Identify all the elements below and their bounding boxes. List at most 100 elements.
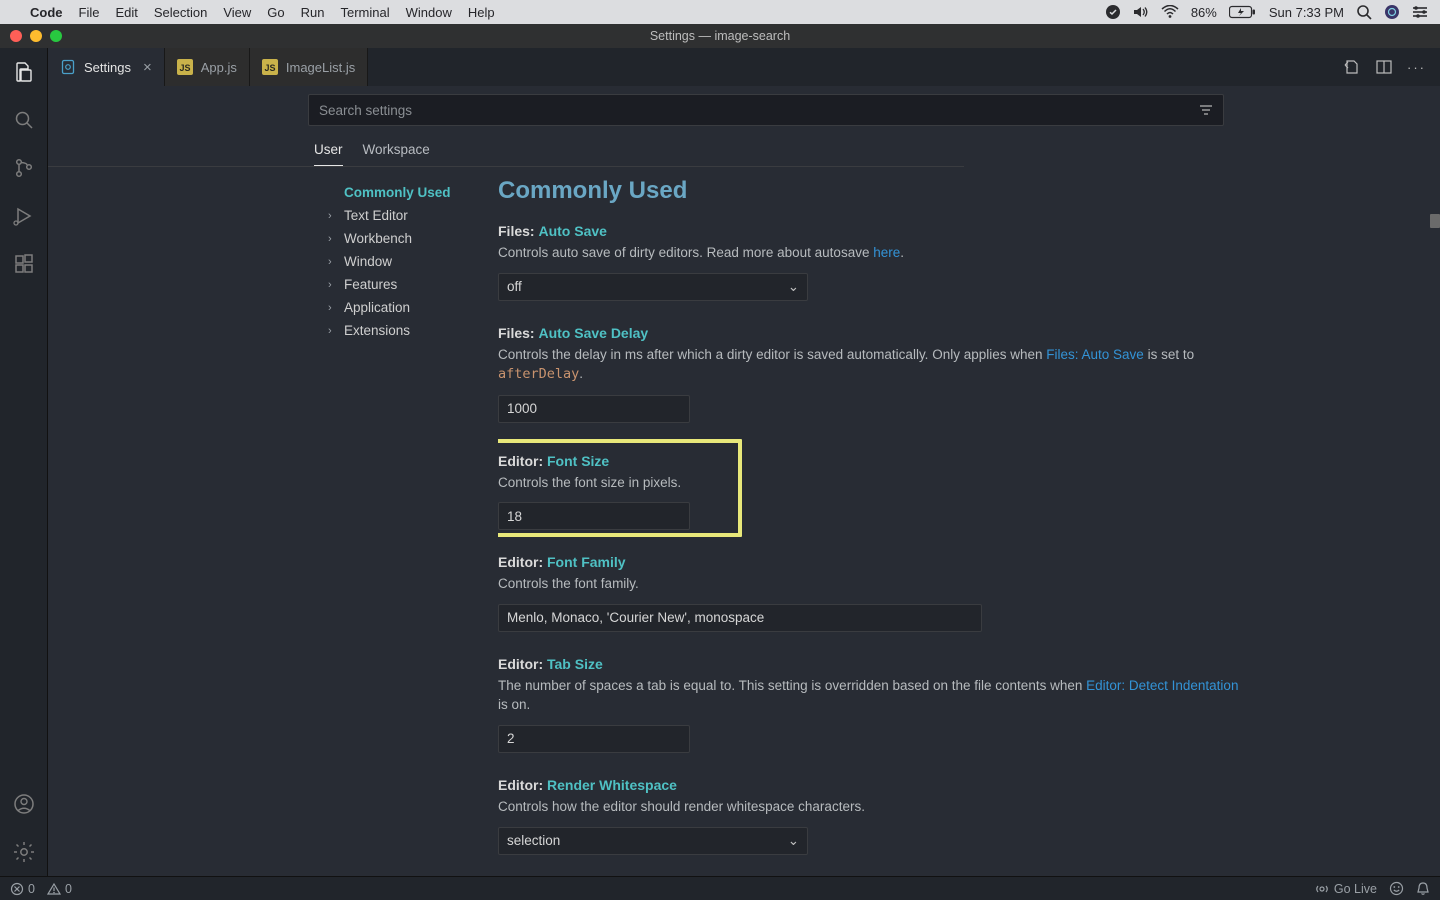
toc-text-editor[interactable]: ›Text Editor [328,204,498,227]
status-menu-battery-icon[interactable] [1229,5,1257,19]
scope-tab-workspace[interactable]: Workspace [363,136,430,166]
settings-content[interactable]: Commonly Used Files: Auto Save Controls … [498,177,1440,876]
status-errors-count: 0 [28,882,35,896]
setting-description: Controls auto save of dirty editors. Rea… [498,243,1240,263]
macos-menu-bar: Code File Edit Selection View Go Run Ter… [0,0,1440,24]
settings-filter-icon[interactable] [1198,102,1214,118]
menu-go[interactable]: Go [267,5,284,20]
setting-files-auto-save-delay: Files: Auto Save Delay Controls the dela… [498,325,1240,447]
menu-selection[interactable]: Selection [154,5,207,20]
status-menu-sync-icon[interactable] [1105,4,1121,20]
setting-category: Editor: [498,777,543,793]
setting-name: Auto Save Delay [538,325,648,341]
toc-extensions[interactable]: ›Extensions [328,319,498,342]
setting-link-detect-indentation[interactable]: Editor: Detect Indentation [1086,678,1238,693]
setting-editor-font-size: Editor: Font Size Controls the font size… [498,447,1240,555]
window-zoom-button[interactable] [50,30,62,42]
input-value: 18 [507,509,522,524]
chevron-down-icon: ⌄ [788,279,799,295]
toc-label: Features [344,277,397,292]
status-menu-control-center-icon[interactable] [1412,5,1428,19]
toc-label: Text Editor [344,208,408,223]
activity-explorer-icon[interactable] [10,58,38,86]
activity-run-debug-icon[interactable] [10,202,38,230]
menu-run[interactable]: Run [301,5,325,20]
status-warnings[interactable]: 0 [47,882,72,896]
toc-label: Commonly Used [344,185,451,200]
scope-tab-user[interactable]: User [314,136,343,166]
input-value: Menlo, Monaco, 'Courier New', monospace [507,610,764,625]
status-menu-volume-icon[interactable] [1133,5,1149,19]
status-bar: 0 0 Go Live [0,876,1440,900]
menu-app-name[interactable]: Code [30,5,63,20]
toc-features[interactable]: ›Features [328,273,498,296]
status-menu-spotlight-icon[interactable] [1356,4,1372,20]
tab-label: Settings [84,60,131,75]
activity-search-icon[interactable] [10,106,38,134]
status-go-live[interactable]: Go Live [1315,882,1377,896]
window-minimize-button[interactable] [30,30,42,42]
menu-view[interactable]: View [223,5,251,20]
tab-settings[interactable]: Settings × [48,48,165,86]
tab-app-js[interactable]: JS App.js [165,48,250,86]
toc-label: Workbench [344,231,412,246]
setting-category: Files: [498,223,535,239]
window-title-bar: Settings — image-search [0,24,1440,48]
js-file-icon: JS [262,59,278,75]
setting-description: Controls the delay in ms after which a d… [498,345,1240,385]
menu-help[interactable]: Help [468,5,495,20]
open-changes-icon[interactable] [1343,58,1361,76]
more-actions-icon[interactable]: ··· [1407,60,1426,75]
status-menu-siri-icon[interactable] [1384,4,1400,20]
activity-extensions-icon[interactable] [10,250,38,278]
setting-name: Render Whitespace [547,777,677,793]
tab-close-button[interactable]: × [143,60,152,75]
activity-source-control-icon[interactable] [10,154,38,182]
window-close-button[interactable] [10,30,22,42]
setting-description: Controls the font family. [498,574,1240,594]
setting-editor-tab-size: Editor: Tab Size The number of spaces a … [498,656,1240,777]
status-errors[interactable]: 0 [10,882,35,896]
status-menu-wifi-icon[interactable] [1161,5,1179,19]
setting-name: Tab Size [547,656,603,672]
svg-text:JS: JS [264,63,275,73]
menu-window[interactable]: Window [406,5,452,20]
status-feedback-icon[interactable] [1389,881,1404,896]
js-file-icon: JS [177,59,193,75]
setting-tab-size-input[interactable]: 2 [498,725,690,753]
split-editor-icon[interactable] [1375,58,1393,76]
setting-autosave-select[interactable]: off ⌄ [498,273,808,301]
window-title: Settings — image-search [0,29,1440,43]
setting-link-here[interactable]: here [873,245,900,260]
setting-autosave-delay-input[interactable]: 1000 [498,395,690,423]
setting-name: Font Family [547,554,626,570]
toc-application[interactable]: ›Application [328,296,498,319]
toc-commonly-used[interactable]: Commonly Used [328,181,498,204]
setting-files-auto-save: Files: Auto Save Controls auto save of d… [498,223,1240,325]
setting-link-autosave[interactable]: Files: Auto Save [1046,347,1144,362]
menu-terminal[interactable]: Terminal [341,5,390,20]
setting-font-family-input[interactable]: Menlo, Monaco, 'Courier New', monospace [498,604,982,632]
status-bell-icon[interactable] [1416,881,1430,896]
toc-workbench[interactable]: ›Workbench [328,227,498,250]
status-menu-clock[interactable]: Sun 7:33 PM [1269,5,1344,20]
setting-name: Auto Save [538,223,606,239]
status-go-live-label: Go Live [1334,882,1377,896]
tab-imagelist-js[interactable]: JS ImageList.js [250,48,368,86]
settings-file-icon [60,59,76,75]
status-menu-battery-percent: 86% [1191,5,1217,20]
menu-file[interactable]: File [79,5,100,20]
menu-edit[interactable]: Edit [115,5,137,20]
settings-heading: Commonly Used [498,177,1240,205]
select-value: selection [507,833,560,848]
toc-window[interactable]: ›Window [328,250,498,273]
activity-manage-icon[interactable] [10,838,38,866]
toc-label: Window [344,254,392,269]
activity-accounts-icon[interactable] [10,790,38,818]
setting-description: Controls how the editor should render wh… [498,797,1240,817]
setting-font-size-input[interactable]: 18 [498,502,690,530]
setting-render-whitespace-select[interactable]: selection ⌄ [498,827,808,855]
settings-search-input[interactable] [308,94,1224,126]
setting-category: Editor: [498,554,543,570]
activity-bar [0,48,48,876]
